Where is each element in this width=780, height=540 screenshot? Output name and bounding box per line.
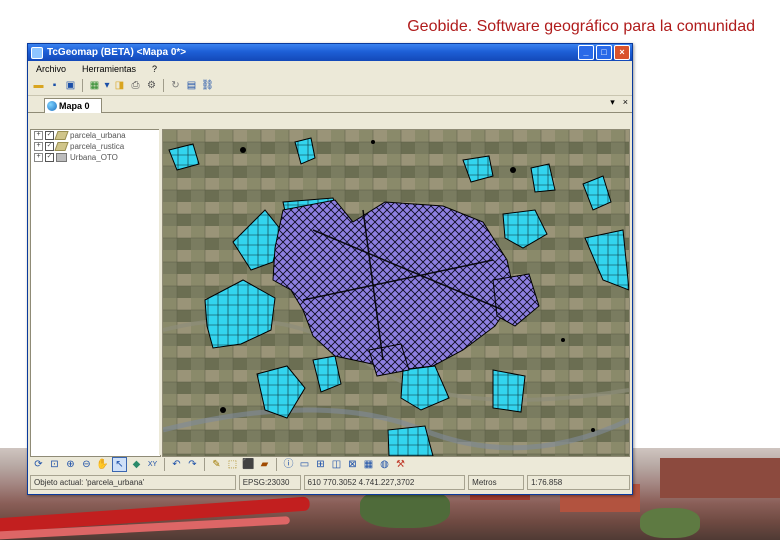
menu-bar: Archivo Herramientas ?: [28, 61, 632, 76]
expand-icon[interactable]: +: [34, 153, 43, 162]
toolbar-separator: [204, 457, 205, 471]
add-layer-icon[interactable]: ▦: [88, 79, 101, 92]
toolbar-separator: [164, 457, 165, 471]
save-as-icon[interactable]: ▣: [64, 79, 77, 92]
status-units: Metros: [468, 475, 525, 490]
open-folder-icon[interactable]: ▬: [32, 79, 45, 92]
undo-icon[interactable]: ↶: [170, 458, 183, 471]
node-icon[interactable]: ⬛: [242, 458, 255, 471]
app-icon: [31, 46, 43, 59]
measure-icon[interactable]: ▭: [298, 458, 311, 471]
menu-archivo[interactable]: Archivo: [36, 64, 66, 74]
main-toolbar: ▬ ▪ ▣ ▦ ▾ ◨ ⎙ ⚙ ↻ ▤ ⛓: [28, 76, 632, 96]
tab-dropdown-button[interactable]: ▾: [610, 97, 615, 108]
settings-icon[interactable]: ⚙: [145, 79, 158, 92]
window-titlebar[interactable]: TcGeomap (BETA) <Mapa 0*> _ □ ×: [28, 44, 632, 61]
xy-icon[interactable]: XY: [146, 458, 159, 471]
map-view[interactable]: [163, 130, 629, 456]
slide-title: Geobide. Software geográfico para la com…: [407, 18, 755, 35]
status-scale: 1:76.858: [527, 475, 630, 490]
layer-name: parcela_rustica: [70, 142, 125, 151]
layer-name: parcela_urbana: [70, 131, 126, 140]
tab-label: Mapa 0: [59, 101, 90, 111]
minimize-button[interactable]: _: [578, 45, 594, 60]
layer-checkbox[interactable]: ✓: [45, 153, 54, 162]
layer-item[interactable]: + ✓ parcela_rustica: [31, 141, 160, 152]
layer-checkbox[interactable]: ✓: [45, 142, 54, 151]
status-crs: EPSG:23030: [238, 475, 301, 490]
polygon-layer-icon: [54, 131, 69, 140]
snap-icon[interactable]: ⊞: [314, 458, 327, 471]
toolbar-separator: [163, 79, 164, 92]
tab-mapa-0[interactable]: Mapa 0: [44, 98, 102, 113]
map-canvas[interactable]: [162, 129, 630, 457]
add-layer-dropdown-icon[interactable]: ▾: [104, 79, 110, 92]
polygon-layer-icon: [54, 142, 69, 151]
toolbar-separator: [82, 79, 83, 92]
layer-item[interactable]: + ✓ parcela_urbana: [31, 130, 160, 141]
query-icon[interactable]: ⊠: [346, 458, 359, 471]
window-title: TcGeomap (BETA) <Mapa 0*>: [47, 47, 187, 58]
zoom-in-icon[interactable]: ⊕: [64, 458, 77, 471]
document-tabbar: Mapa 0 ▾ ×: [28, 96, 632, 113]
select-icon[interactable]: ↖: [112, 456, 127, 472]
cube-icon[interactable]: ◆: [130, 458, 143, 471]
refresh-map-icon[interactable]: ⟳: [32, 458, 45, 471]
open-project-icon[interactable]: ◨: [113, 79, 126, 92]
zoom-out-icon[interactable]: ⊖: [80, 458, 93, 471]
expand-icon[interactable]: +: [34, 142, 43, 151]
status-coordinates: 610 770.3052 4.741.227,3702: [303, 475, 466, 490]
raster-layer-icon: [56, 153, 67, 162]
buffer-icon[interactable]: ◫: [330, 458, 343, 471]
select-by-attr-icon[interactable]: ▦: [362, 458, 375, 471]
redo-icon[interactable]: ↷: [186, 458, 199, 471]
expand-icon[interactable]: +: [34, 131, 43, 140]
toolbar-separator: [276, 457, 277, 471]
layer-checkbox[interactable]: ✓: [45, 131, 54, 140]
paint-icon[interactable]: ▰: [258, 458, 271, 471]
link-icon[interactable]: ⛓: [201, 79, 214, 92]
pan-icon[interactable]: ✋: [96, 458, 109, 471]
tools-icon[interactable]: ⚒: [394, 458, 407, 471]
zoom-window-icon[interactable]: ⊡: [48, 458, 61, 471]
save-icon[interactable]: ▪: [48, 79, 61, 92]
layer-item[interactable]: + ✓ Urbana_OTO: [31, 152, 160, 163]
globe-tool-icon[interactable]: ◍: [378, 458, 391, 471]
menu-help[interactable]: ?: [152, 64, 157, 74]
layer-name: Urbana_OTO: [70, 153, 118, 162]
app-window: TcGeomap (BETA) <Mapa 0*> _ □ × Archivo …: [27, 43, 633, 495]
vertex-icon[interactable]: ⬚: [226, 458, 239, 471]
close-button[interactable]: ×: [614, 45, 630, 60]
map-toolbar: ⟳ ⊡ ⊕ ⊖ ✋ ↖ ◆ XY ↶ ↷ ✎ ⬚ ⬛ ▰ ⓘ ▭ ⊞ ◫ ⊠ ▦…: [30, 455, 632, 473]
status-bar: Objeto actual: 'parcela_urbana' EPSG:230…: [30, 475, 630, 490]
maximize-button[interactable]: □: [596, 45, 612, 60]
tab-close-button[interactable]: ×: [623, 97, 628, 108]
refresh-icon[interactable]: ↻: [169, 79, 182, 92]
menu-herramientas[interactable]: Herramientas: [82, 64, 136, 74]
status-selected-object: Objeto actual: 'parcela_urbana': [30, 475, 236, 490]
table-icon[interactable]: ▤: [185, 79, 198, 92]
layer-tree: + ✓ parcela_urbana + ✓ parcela_rustica +…: [30, 129, 161, 457]
info-icon[interactable]: ⓘ: [282, 458, 295, 471]
print-icon[interactable]: ⎙: [129, 79, 142, 92]
edit-icon[interactable]: ✎: [210, 458, 223, 471]
globe-icon: [47, 101, 57, 111]
